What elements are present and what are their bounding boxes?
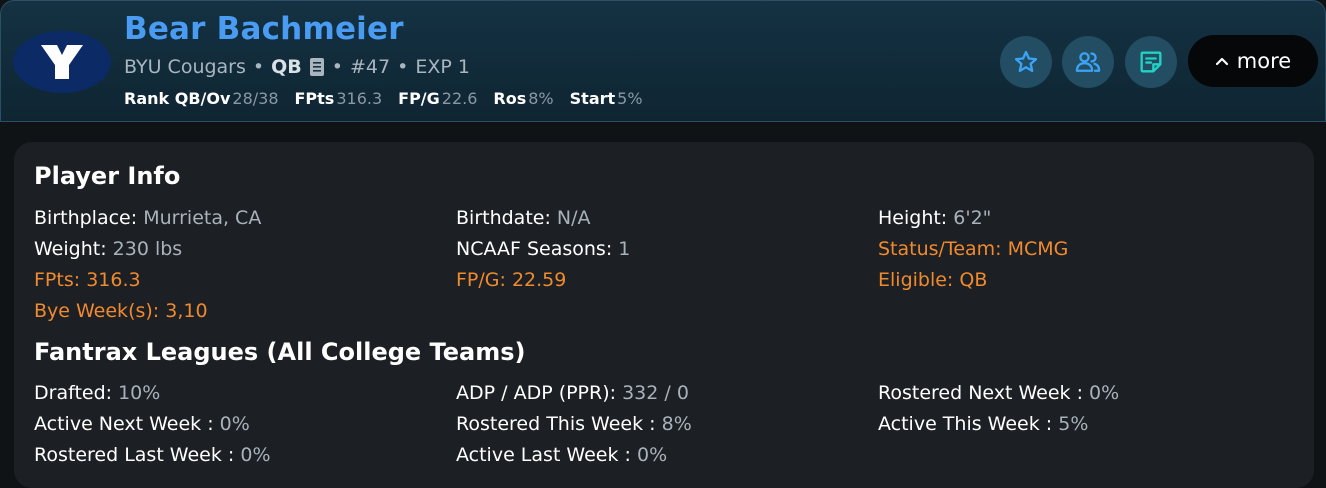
player-card-frame: Bear Bachmeier BYU Cougars • QB • #47 • … (0, 0, 1326, 488)
document-icon[interactable] (309, 57, 325, 77)
player-notes-button[interactable] (1125, 36, 1177, 88)
chevron-up-icon (1215, 57, 1228, 66)
star-icon (1014, 50, 1038, 73)
info-status-team: Status/Team: MCMG (878, 238, 1069, 260)
stat-rank: Rank QB/Ov 28/38 (124, 89, 279, 108)
info-birthdate: Birthdate: N/A (456, 207, 591, 229)
info-ncaaf-seasons: NCAAF Seasons: 1 (456, 238, 631, 260)
player-name[interactable]: Bear Bachmeier (124, 11, 404, 47)
separator: • (331, 56, 343, 78)
league-rostered-last-week: Rostered Last Week : 0% (34, 444, 271, 466)
league-drafted: Drafted: 10% (34, 382, 161, 404)
more-button[interactable]: more (1188, 35, 1318, 87)
more-label: more (1236, 49, 1292, 73)
compare-players-button[interactable] (1062, 36, 1114, 88)
info-birthplace: Birthplace: Murrieta, CA (34, 207, 262, 229)
league-rostered-this-week: Rostered This Week : 8% (456, 413, 692, 435)
stat-fpg: FP/G 22.6 (398, 89, 478, 108)
player-header: Bear Bachmeier BYU Cougars • QB • #47 • … (0, 0, 1326, 122)
league-active-this-week: Active This Week : 5% (878, 413, 1089, 435)
stat-start: Start 5% (569, 89, 643, 108)
info-eligible: Eligible: QB (878, 269, 988, 291)
fantrax-leagues-title: Fantrax Leagues (All College Teams) (34, 338, 526, 366)
info-weight: Weight: 230 lbs (34, 238, 183, 260)
player-subline: BYU Cougars • QB • #47 • EXP 1 (124, 56, 470, 78)
team-name[interactable]: BYU Cougars (124, 56, 246, 78)
experience: EXP 1 (415, 56, 470, 78)
league-active-last-week: Active Last Week : 0% (456, 444, 668, 466)
player-info-title: Player Info (34, 162, 181, 190)
watchlist-button[interactable] (1000, 36, 1052, 88)
league-active-next-week: Active Next Week : 0% (34, 413, 250, 435)
info-fpg: FP/G: 22.59 (456, 269, 567, 291)
separator: • (397, 56, 409, 78)
users-icon (1075, 52, 1101, 72)
player-position: QB (271, 56, 302, 78)
info-fpts: FPts: 316.3 (34, 269, 141, 291)
info-height: Height: 6'2" (878, 207, 992, 229)
jersey-number: #47 (349, 56, 391, 78)
stat-ros: Ros 8% (493, 89, 554, 108)
sticky-note-icon (1140, 51, 1162, 73)
league-rostered-next-week: Rostered Next Week : 0% (878, 382, 1120, 404)
byu-logo-icon (13, 31, 111, 93)
separator: • (252, 56, 265, 78)
stat-fpts: FPts 316.3 (294, 89, 383, 108)
info-bye-weeks: Bye Week(s): 3,10 (34, 300, 208, 322)
player-details-card: Player Info Birthplace: Murrieta, CA Bir… (14, 142, 1314, 488)
header-stats: Rank QB/Ov 28/38 FPts 316.3 FP/G 22.6 Ros 8%… (124, 89, 643, 108)
league-adp: ADP / ADP (PPR): 332 / 0 (456, 382, 689, 404)
